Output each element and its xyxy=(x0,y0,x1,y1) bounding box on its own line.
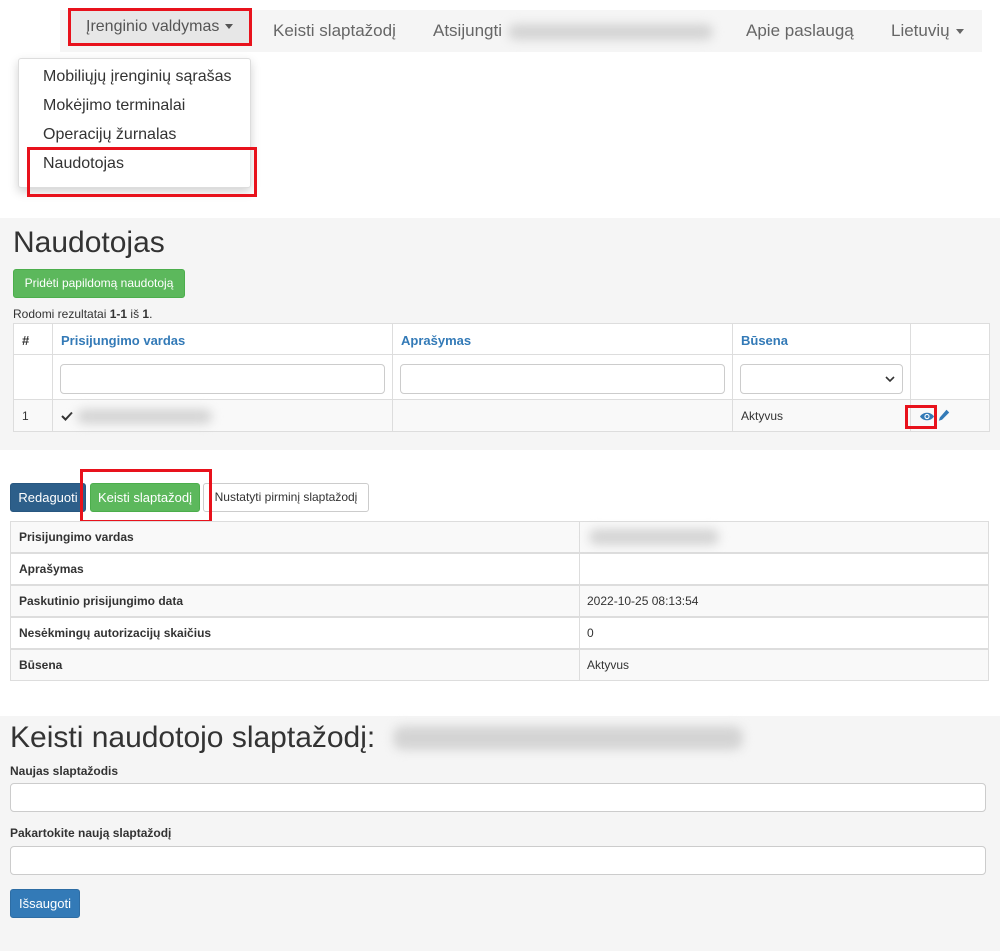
edit-pencil-icon[interactable] xyxy=(938,409,950,422)
blurred-username xyxy=(77,409,212,424)
detail-row-status: Būsena Aktyvus xyxy=(10,649,989,681)
detail-row-failed-auth: Nesėkmingų autorizacijų skaičius 0 xyxy=(10,617,989,649)
edit-button[interactable]: Redaguoti xyxy=(10,483,86,512)
divider xyxy=(579,618,580,648)
results-summary-mid: iš xyxy=(127,307,143,321)
divider xyxy=(579,650,580,680)
menu-item-operations-log[interactable]: Operacijų žurnalas xyxy=(43,126,176,144)
chevron-down-icon xyxy=(885,376,895,383)
column-header-username[interactable]: Prisijungimo vardas xyxy=(61,333,185,348)
detail-label: Prisijungimo vardas xyxy=(19,530,134,544)
save-button[interactable]: Išsaugoti xyxy=(10,889,80,918)
new-password-label: Naujas slaptažodis xyxy=(10,764,119,778)
column-header-index: # xyxy=(22,333,30,348)
menu-item-user[interactable]: Naudotojas xyxy=(43,155,124,173)
results-summary-range: 1-1 xyxy=(109,307,128,321)
nav-language-label: Lietuvių xyxy=(891,21,950,40)
blurred-username xyxy=(393,726,743,750)
detail-label: Paskutinio prisijungimo data xyxy=(19,594,184,608)
checkmark-icon xyxy=(61,411,73,421)
repeat-password-input[interactable] xyxy=(10,846,986,875)
detail-label: Aprašymas xyxy=(19,562,84,576)
nav-change-password[interactable]: Keisti slaptažodį xyxy=(273,10,396,52)
detail-label: Nesėkmingų autorizacijų skaičius xyxy=(19,626,212,640)
username-filter-input[interactable] xyxy=(60,364,385,394)
divider xyxy=(579,522,580,552)
results-summary-prefix: Rodomi rezultatai xyxy=(13,307,110,321)
table-header-cell: Aprašymas xyxy=(392,323,733,355)
table-row: Aktyvus xyxy=(732,399,911,432)
caret-down-icon xyxy=(955,29,964,35)
table-header-cell: # xyxy=(13,323,53,355)
table-header-cell-actions xyxy=(910,323,990,355)
form-title: Keisti naudotojo slaptažodį: xyxy=(10,721,376,754)
column-header-status[interactable]: Būsena xyxy=(741,333,788,348)
change-password-panel: Keisti naudotojo slaptažodį: Naujas slap… xyxy=(0,716,1000,951)
table-header-cell: Būsena xyxy=(732,323,911,355)
row-status: Aktyvus xyxy=(741,409,784,423)
filter-cell xyxy=(910,354,990,400)
results-summary-suffix: . xyxy=(149,307,153,321)
filter-cell xyxy=(732,354,911,400)
table-row-actions xyxy=(910,399,990,432)
detail-label: Būsena xyxy=(19,658,63,672)
nav-language-dropdown[interactable]: Lietuvių xyxy=(891,10,964,52)
filter-cell xyxy=(13,354,53,400)
results-summary: Rodomi rezultatai 1-1 iš 1. xyxy=(13,307,152,321)
reset-password-button[interactable]: Nustatyti pirminį slaptažodį xyxy=(203,483,369,512)
filter-cell xyxy=(392,354,733,400)
table-row xyxy=(52,399,393,432)
table-row xyxy=(392,399,733,432)
device-management-menu: Mobiliųjų įrenginių sąrašas Mokėjimo ter… xyxy=(18,58,251,188)
repeat-password-label: Pakartokite naują slaptažodį xyxy=(10,826,172,840)
detail-row-description: Aprašymas xyxy=(10,553,989,585)
menu-item-mobile-devices[interactable]: Mobiliųjų įrenginių sąrašas xyxy=(43,68,232,86)
detail-value: 0 xyxy=(587,626,594,640)
blurred-username xyxy=(508,24,713,40)
page-title: Naudotojas xyxy=(13,226,165,259)
nav-about[interactable]: Apie paslaugą xyxy=(746,10,854,52)
divider xyxy=(579,586,580,616)
caret-down-icon xyxy=(225,24,234,30)
nav-device-management-label: Įrenginio valdymas xyxy=(86,18,220,35)
user-list-panel: Naudotojas Pridėti papildomą naudotoją R… xyxy=(0,218,1000,450)
detail-value: 2022-10-25 08:13:54 xyxy=(587,594,699,608)
table-header-cell: Prisijungimo vardas xyxy=(52,323,393,355)
detail-value: Aktyvus xyxy=(587,658,630,672)
nav-device-management-dropdown[interactable]: Įrenginio valdymas xyxy=(68,8,252,46)
add-user-button[interactable]: Pridėti papildomą naudotoją xyxy=(13,269,185,298)
divider xyxy=(579,554,580,584)
table-row: 1 xyxy=(13,399,53,432)
menu-item-payment-terminals[interactable]: Mokėjimo terminalai xyxy=(43,97,185,115)
detail-row-last-login: Paskutinio prisijungimo data 2022-10-25 … xyxy=(10,585,989,617)
detail-row-username: Prisijungimo vardas xyxy=(10,521,989,553)
status-filter-select[interactable] xyxy=(740,364,903,394)
row-index: 1 xyxy=(22,409,29,423)
nav-logout[interactable]: Atsijungti xyxy=(433,10,502,52)
filter-cell xyxy=(52,354,393,400)
blurred-username xyxy=(589,529,719,545)
column-header-description[interactable]: Aprašymas xyxy=(401,333,471,348)
view-eye-icon[interactable] xyxy=(919,411,935,422)
description-filter-input[interactable] xyxy=(400,364,725,394)
change-password-button[interactable]: Keisti slaptažodį xyxy=(90,483,200,512)
new-password-input[interactable] xyxy=(10,783,986,812)
